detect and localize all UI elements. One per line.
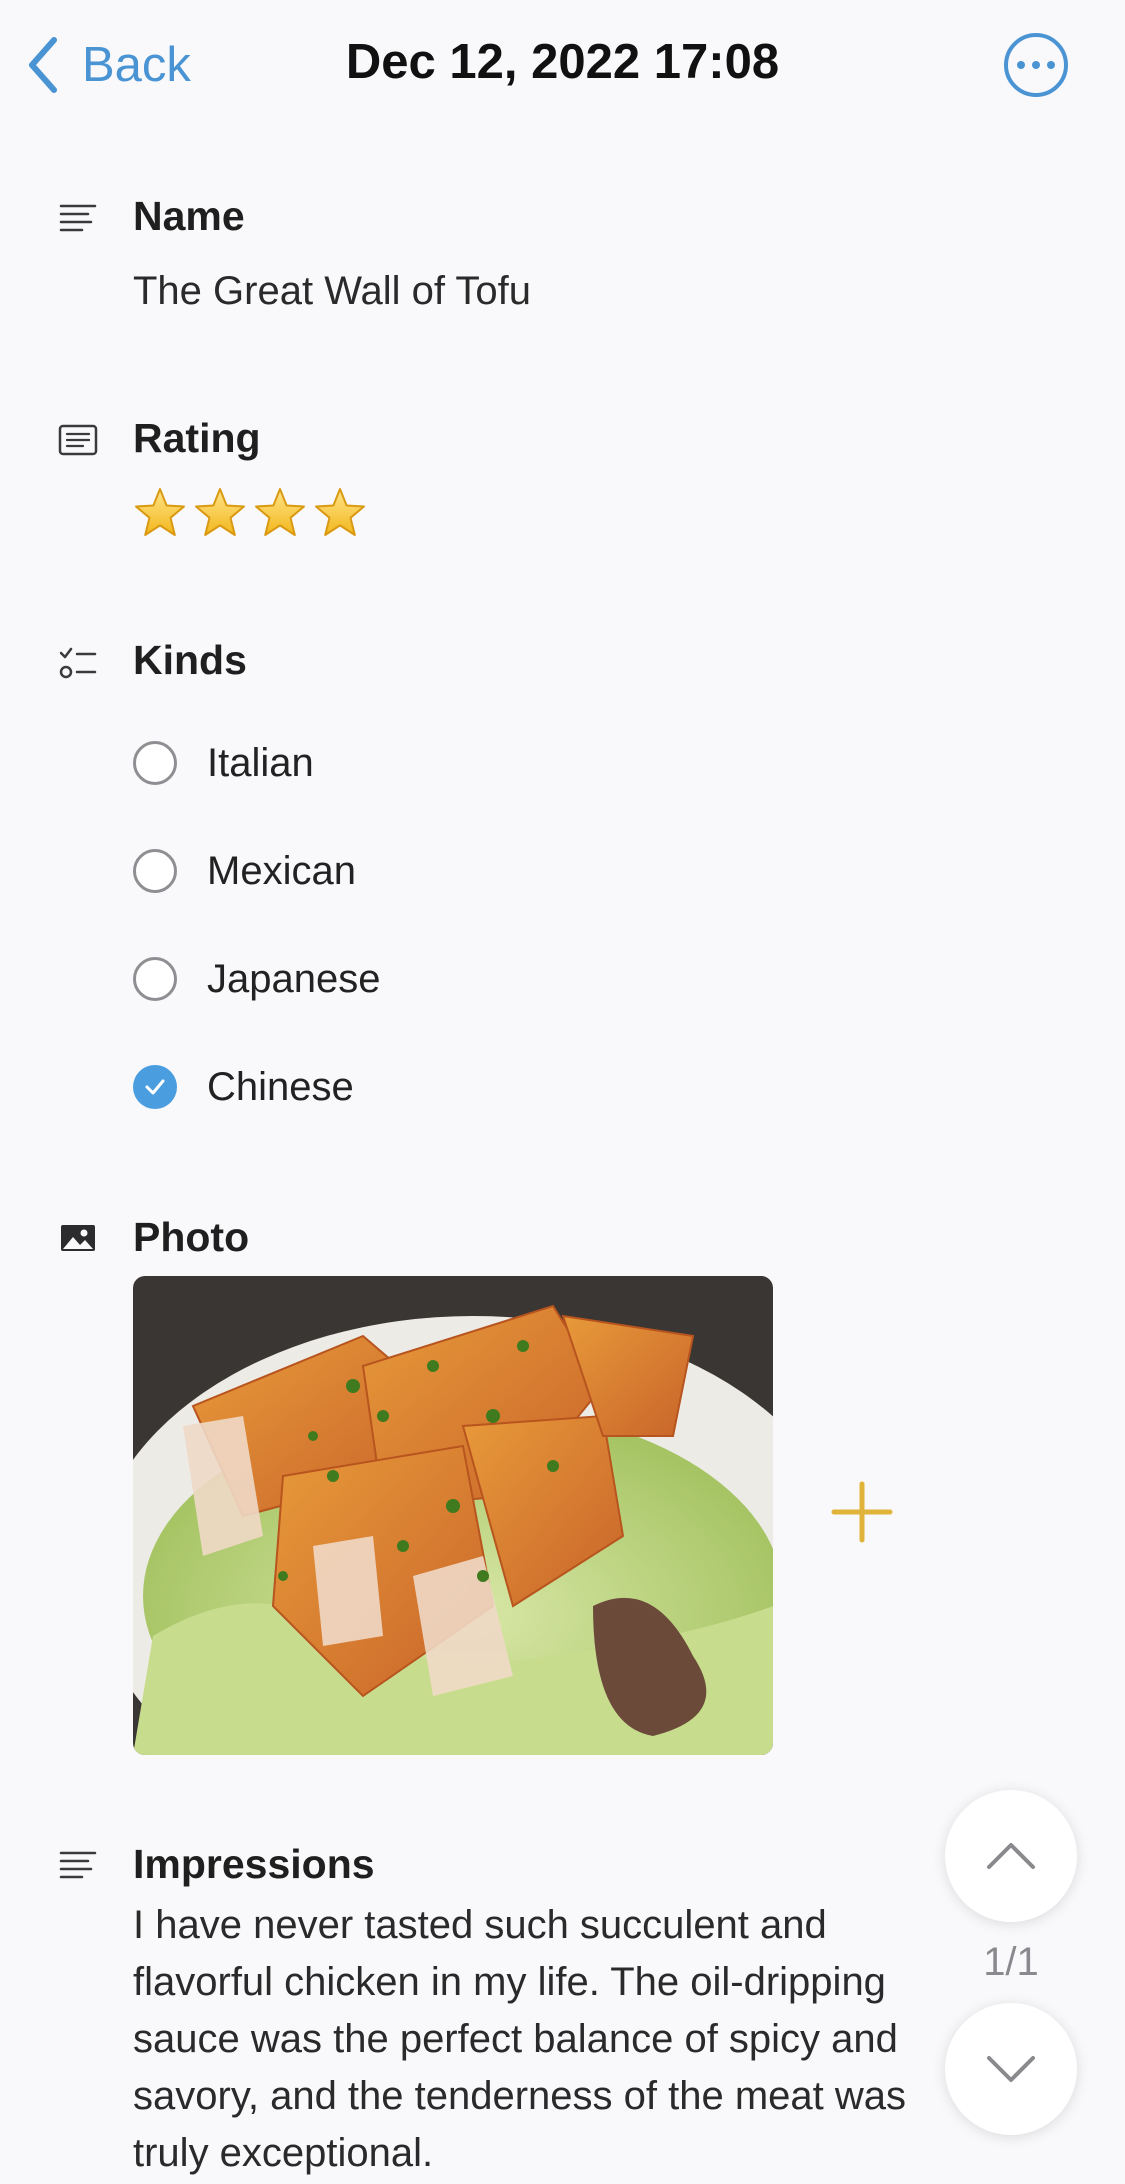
star-icon[interactable] — [193, 486, 247, 540]
star-icon[interactable] — [313, 486, 367, 540]
rating-stars[interactable] — [133, 486, 367, 540]
plus-icon — [831, 1481, 893, 1543]
checklist-icon — [58, 643, 98, 683]
kind-option-japanese[interactable]: Japanese — [133, 949, 380, 1009]
food-photo[interactable] — [133, 1276, 773, 1755]
chevron-up-icon — [987, 1843, 1035, 1869]
kind-option-label: Mexican — [207, 848, 356, 893]
kind-option-chinese[interactable]: Chinese — [133, 1057, 354, 1117]
list-box-icon — [58, 420, 98, 460]
star-icon[interactable] — [253, 486, 307, 540]
radio-checked[interactable] — [133, 1065, 177, 1109]
kind-option-mexican[interactable]: Mexican — [133, 841, 356, 901]
impressions-text[interactable]: I have never tasted such succulent and f… — [133, 1897, 973, 2182]
rating-field-title: Rating — [133, 415, 261, 461]
kind-option-label: Chinese — [207, 1064, 354, 1109]
image-icon — [58, 1218, 98, 1258]
radio-unchecked[interactable] — [133, 849, 177, 893]
text-lines-icon — [58, 198, 98, 238]
photo-field-title: Photo — [133, 1214, 250, 1260]
impressions-field-title: Impressions — [133, 1841, 375, 1887]
text-lines-icon — [58, 1845, 98, 1885]
add-photo-button[interactable] — [830, 1480, 894, 1544]
previous-record-button[interactable] — [945, 1790, 1077, 1922]
kind-option-label: Japanese — [207, 956, 381, 1001]
page-title: Dec 12, 2022 17:08 — [345, 35, 780, 89]
radio-unchecked[interactable] — [133, 741, 177, 785]
radio-unchecked[interactable] — [133, 957, 177, 1001]
record-counter: 1/1 — [983, 1940, 1039, 1984]
chevron-down-icon — [987, 2056, 1035, 2082]
more-options-button[interactable] — [1004, 33, 1068, 97]
check-icon — [145, 1079, 165, 1095]
kinds-field-title: Kinds — [133, 637, 247, 683]
kind-option-label: Italian — [207, 740, 314, 785]
kind-option-italian[interactable]: Italian — [133, 733, 314, 793]
next-record-button[interactable] — [945, 2003, 1077, 2135]
more-icon — [1017, 61, 1025, 69]
star-icon[interactable] — [133, 486, 187, 540]
name-field-title: Name — [133, 193, 245, 239]
name-field-value[interactable]: The Great Wall of Tofu — [133, 269, 531, 314]
